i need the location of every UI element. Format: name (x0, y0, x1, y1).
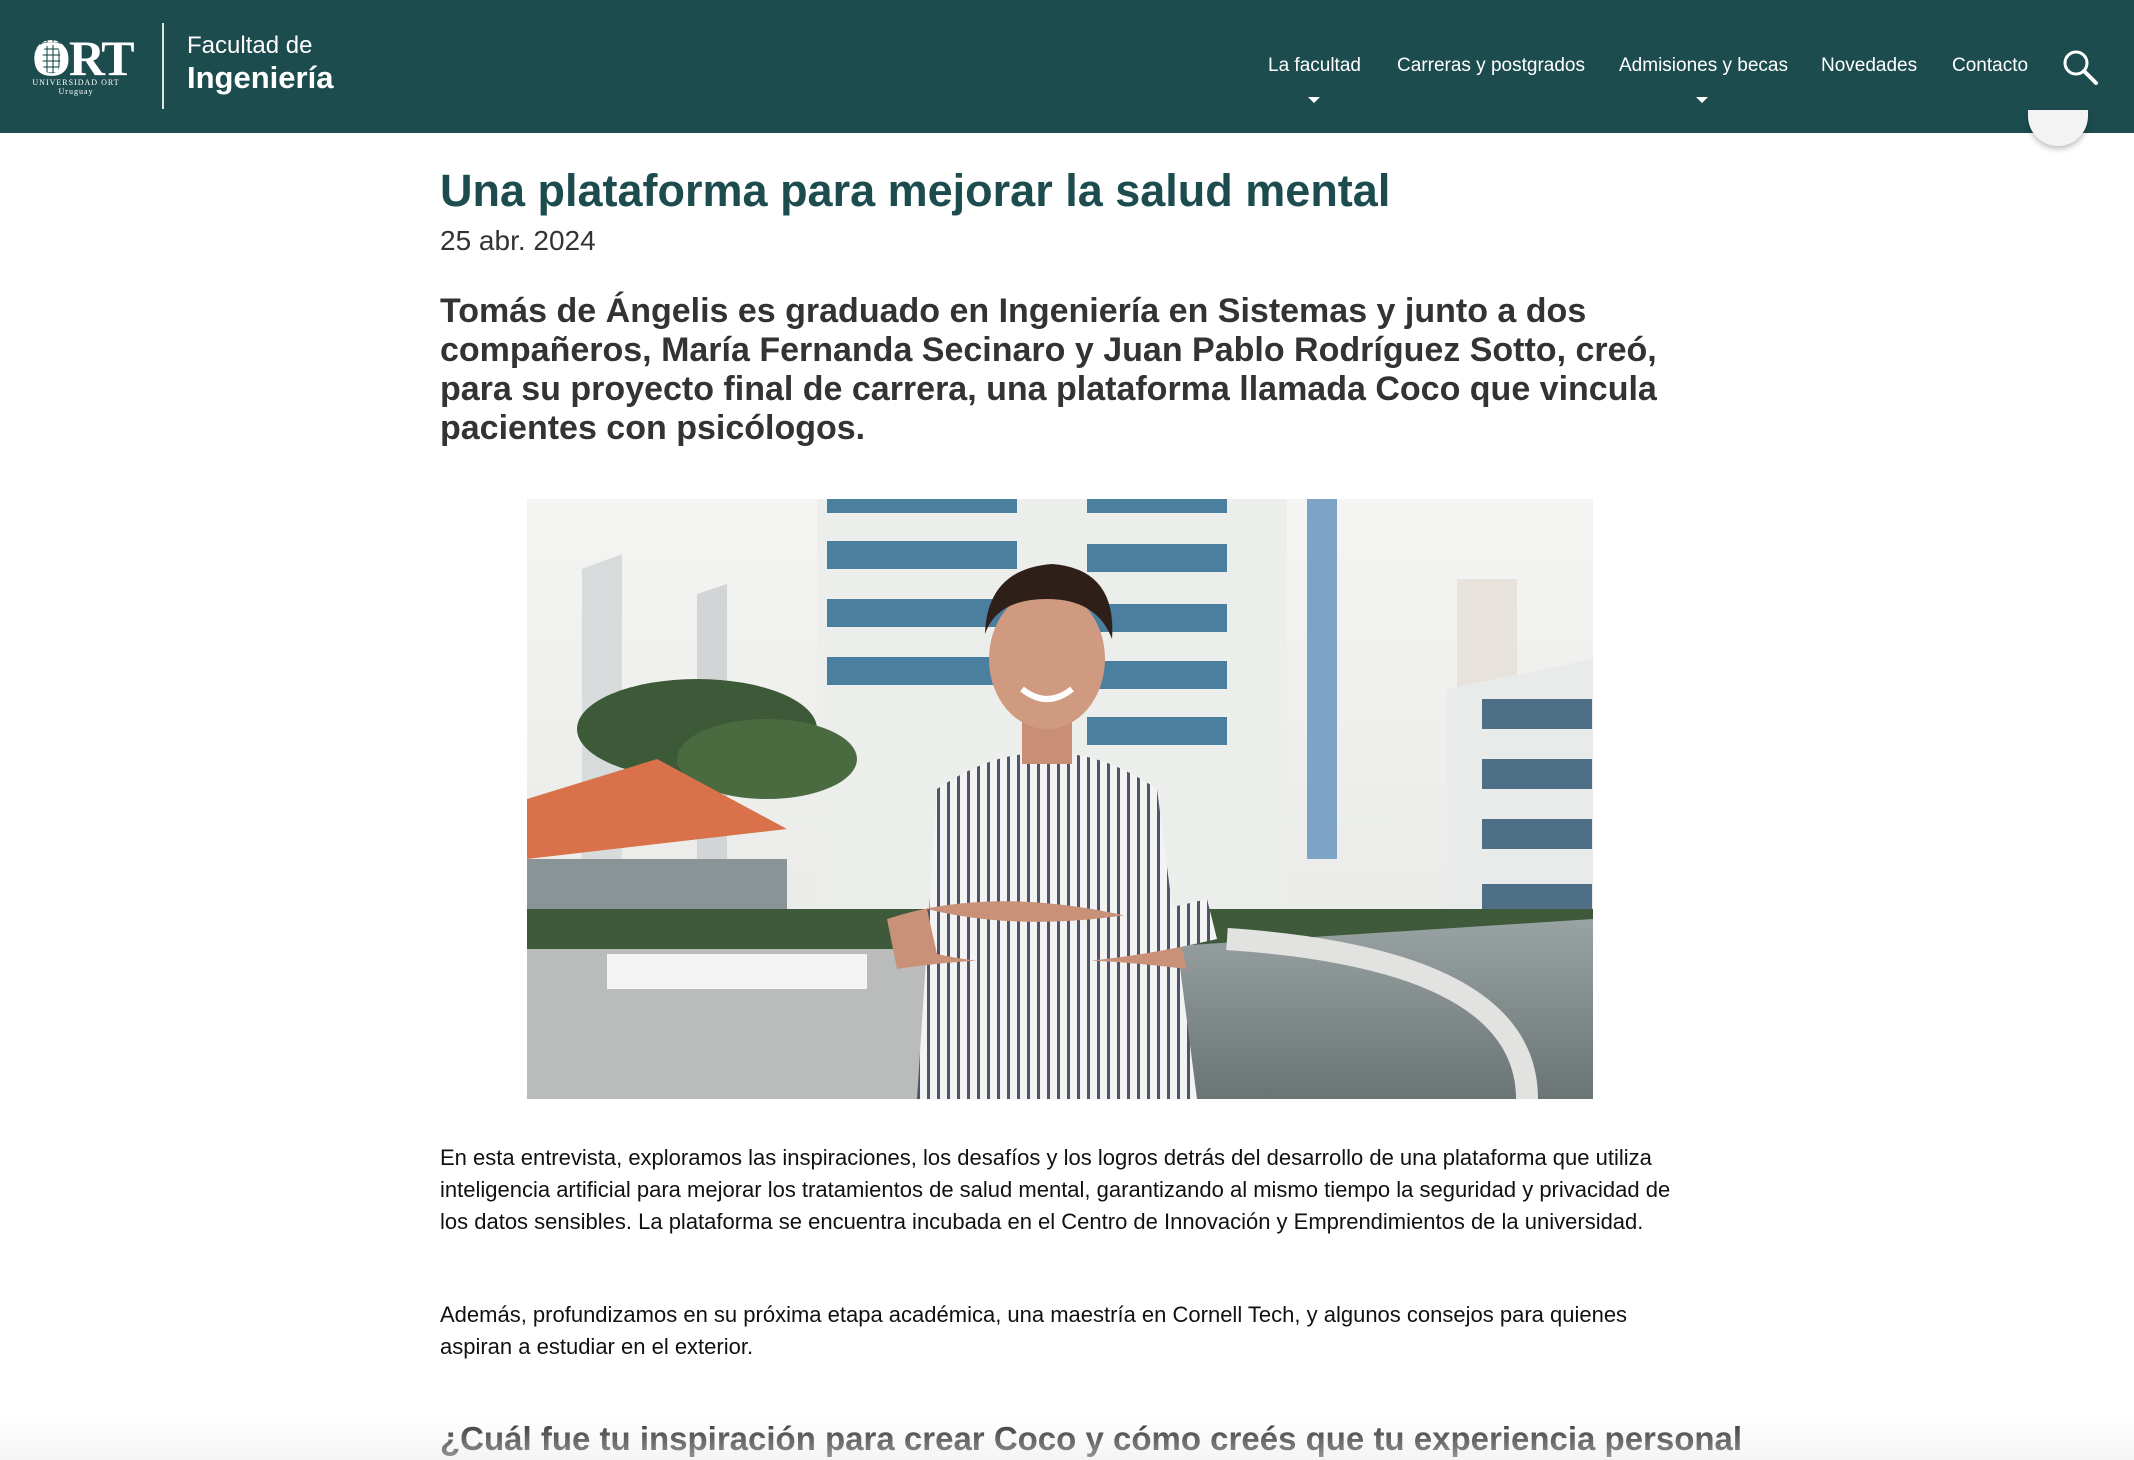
nav-novedades[interactable]: Novedades (1821, 54, 1917, 78)
logo-university: UNIVERSIDAD ORT (32, 78, 120, 87)
portrait-image (527, 499, 1593, 1099)
search-icon (2063, 50, 2098, 85)
caret-down-icon[interactable] (1696, 97, 1708, 103)
nav-la-facultad[interactable]: La facultad (1268, 54, 1361, 78)
article-paragraph: Además, profundizamos en su próxima etap… (440, 1302, 1628, 1359)
ort-logo[interactable]: ORT UNIVERSIDAD ORT Uruguay (14, 30, 138, 100)
header-divider (162, 23, 164, 109)
article-lead: Tomás de Ángelis es graduado en Ingenier… (440, 292, 1657, 447)
site-header: ORT UNIVERSIDAD ORT Uruguay Facultad de … (0, 0, 2134, 133)
faculty-label[interactable]: Facultad de (187, 31, 312, 61)
floating-control[interactable] (2028, 110, 2088, 146)
interview-question: ¿Cuál fue tu inspiración para crear Coco… (440, 1420, 1743, 1457)
nav-admisiones[interactable]: Admisiones y becas (1619, 54, 1788, 78)
logo-subtitle: UNIVERSIDAD ORT Uruguay (14, 78, 138, 96)
caret-down-icon[interactable] (1308, 97, 1320, 103)
article-title: Una plataforma para mejorar la salud men… (440, 165, 1391, 216)
faculty-name[interactable]: Ingeniería (187, 60, 333, 96)
nav-contacto[interactable]: Contacto (1952, 54, 2028, 78)
search-button[interactable] (2061, 48, 2099, 86)
logo-country: Uruguay (58, 87, 94, 96)
article-paragraph: En esta entrevista, exploramos las inspi… (440, 1145, 1671, 1234)
nav-carreras[interactable]: Carreras y postgrados (1397, 54, 1585, 78)
logo-brand: ORT (32, 30, 135, 86)
article-photo (527, 499, 1593, 1099)
article-date: 25 abr. 2024 (440, 225, 596, 256)
